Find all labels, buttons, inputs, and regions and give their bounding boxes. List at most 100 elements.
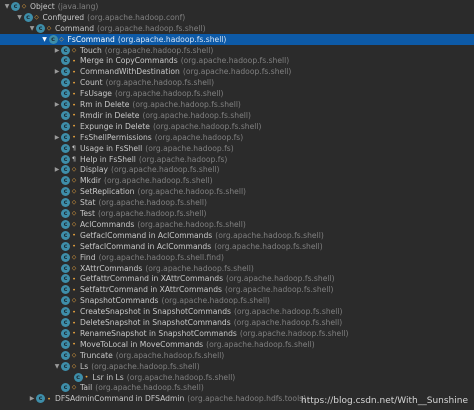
- tree-row[interactable]: ▶ c • FsShellPermissions (org.apache.hadoop.…: [0, 132, 474, 143]
- tree-row[interactable]: ▶c•FsUsage(org.apache.hadoop.fs.shell): [0, 88, 474, 99]
- package-name: (org.apache.hadoop.fs.shell): [224, 285, 334, 295]
- class-name: Count: [80, 78, 103, 88]
- tree-row[interactable]: ▶c¶Usage in FsShell(org.apache.hadoop.fs…: [0, 143, 474, 154]
- package-name: (org.apache.hadoop.conf): [87, 12, 186, 22]
- class-icon: c: [61, 285, 70, 295]
- class-icon: c: [61, 176, 70, 186]
- tree-row[interactable]: ▼ c ⬦ FsCommand (org.apache.hadoop.fs.shell): [0, 33, 474, 45]
- package-name: (org.apache.hadoop.fs.shell): [137, 219, 246, 229]
- tree-row[interactable]: ▶c•GetfaclCommand in AclCommands(org.apa…: [0, 230, 474, 241]
- class-icon: c: [61, 241, 70, 251]
- tree-row[interactable]: ▶c•Expunge in Delete(org.apache.hadoop.f…: [0, 121, 474, 132]
- tree-row[interactable]: ▶c¶Help in FsShell(org.apache.hadoop.fs): [0, 154, 474, 165]
- tree-row[interactable]: ▶c⬦Mkdir(org.apache.hadoop.fs.shell): [0, 175, 474, 186]
- pin-icon: ¶: [71, 155, 77, 164]
- tree-row[interactable]: ▶c•Rmdir in Delete(org.apache.hadoop.fs.…: [0, 110, 474, 121]
- tree-row[interactable]: ▼ c ⬦ Configured (org.apache.hadoop.conf): [0, 12, 474, 23]
- modifier-tag-icon: ⬦: [71, 176, 77, 185]
- tree-row[interactable]: ▶c•Lsr in Ls(org.apache.hadoop.fs.shell): [0, 372, 474, 383]
- class-name: AclCommands: [80, 219, 135, 229]
- tree-row[interactable]: ▶c⬦Stat(org.apache.hadoop.fs.shell): [0, 197, 474, 208]
- collapse-arrow-icon[interactable]: ▶: [28, 394, 36, 404]
- collapse-arrow-icon[interactable]: ▶: [53, 67, 61, 77]
- class-name: DFSAdminCommand in DFSAdmin: [55, 394, 185, 404]
- expand-arrow-icon[interactable]: ▼: [28, 23, 36, 33]
- expand-arrow-icon[interactable]: ▼: [53, 361, 61, 371]
- class-icon: c: [61, 219, 70, 229]
- modifier-tag-icon: ⬦: [71, 198, 77, 207]
- package-name: (org.apache.hadoop.fs.shell): [226, 274, 335, 284]
- lock-icon: •: [72, 340, 76, 349]
- tree-row[interactable]: ▶c⬦Find(org.apache.hadoop.fs.shell.find): [0, 252, 474, 263]
- tree-row[interactable]: ▶c⬦SetReplication(org.apache.hadoop.fs.s…: [0, 186, 474, 197]
- class-name: Display: [80, 165, 108, 175]
- package-name: (org.apache.hadoop.fs.shell): [137, 187, 247, 197]
- expand-arrow-icon[interactable]: ▼: [41, 34, 49, 44]
- package-name: (org.apache.hadoop.fs.shell): [91, 361, 200, 371]
- modifier-tag-icon: ⬦: [34, 12, 39, 21]
- tree-row[interactable]: ▼ c ⬦ Object (java.lang): [0, 1, 474, 12]
- class-name: Mkdir: [80, 176, 102, 186]
- lock-icon: •: [72, 89, 76, 98]
- tree-row[interactable]: ▶c•SetfattrCommand in XAttrCommands(org.…: [0, 284, 474, 295]
- collapse-arrow-icon[interactable]: ▶: [53, 100, 61, 110]
- modifier-tag-icon: ⬦: [71, 350, 77, 359]
- tree-row[interactable]: ▼ c ⬦ Command (org.apache.hadoop.fs.shell): [0, 23, 474, 34]
- class-name: Lsr in Ls: [92, 372, 124, 382]
- package-name: (org.apache.hadoop.fs.shell): [115, 350, 225, 360]
- tree-row[interactable]: ▶ c • Rm in Delete (org.apache.hadoop.fs.she…: [0, 99, 474, 110]
- tree-row[interactable]: ▶c•DeleteSnapshot in SnapshotCommands(or…: [0, 317, 474, 328]
- expand-arrow-icon[interactable]: ▼: [16, 12, 24, 22]
- tree-row[interactable]: ▶c•CreateSnapshot in SnapshotCommands(or…: [0, 306, 474, 317]
- tree-row[interactable]: ▶c⬦SnapshotCommands(org.apache.hadoop.fs…: [0, 295, 474, 306]
- package-name: (org.apache.hadoop.fs.shell): [145, 263, 254, 273]
- class-icon: c: [61, 318, 70, 328]
- tree-row[interactable]: ▶c•RenameSnapshot in SnapshotCommands(or…: [0, 328, 474, 339]
- lock-icon: •: [72, 307, 76, 316]
- class-name: SnapshotCommands: [80, 296, 159, 306]
- class-icon: c: [36, 394, 45, 404]
- class-icon: c: [61, 307, 70, 317]
- tree-row[interactable]: ▶c•Count(org.apache.hadoop.fs.shell): [0, 77, 474, 88]
- pin-icon: ¶: [71, 144, 77, 153]
- collapse-arrow-icon[interactable]: ▶: [53, 165, 61, 175]
- class-name: SetfattrCommand in XAttrCommands: [80, 285, 222, 295]
- tree-row[interactable]: ▶ c ⬦ Display (org.apache.hadoop.fs.shell): [0, 165, 474, 176]
- tree-row[interactable]: ▶c⬦Test(org.apache.hadoop.fs.shell): [0, 208, 474, 219]
- lock-icon: •: [72, 78, 76, 87]
- lock-icon: •: [72, 133, 76, 142]
- class-name: GetfattrCommand in XAttrCommands: [80, 274, 224, 284]
- package-name: (org.apache.hadoop.fs.shell): [152, 121, 262, 131]
- class-icon: c: [61, 165, 70, 175]
- class-name: Configured: [42, 12, 85, 22]
- tree-row[interactable]: ▶c⬦XAttrCommands(org.apache.hadoop.fs.sh…: [0, 263, 474, 274]
- modifier-tag-icon: ⬦: [71, 209, 77, 218]
- lock-icon: •: [72, 67, 76, 76]
- class-icon: c: [73, 372, 83, 382]
- tree-row[interactable]: ▶ c • CommandWithDestination (org.apache.had…: [0, 66, 474, 77]
- collapse-arrow-icon[interactable]: ▶: [53, 132, 61, 142]
- modifier-tag-icon: ⬦: [46, 23, 52, 32]
- tree-row[interactable]: ▶c⬦Tail(org.apache.hadoop.fs.shell): [0, 383, 474, 394]
- class-name: Command: [55, 23, 95, 33]
- tree-row[interactable]: ▶c⬦AclCommands(org.apache.hadoop.fs.shel…: [0, 219, 474, 230]
- tree-row[interactable]: ▶ c ⬦ Touch (org.apache.hadoop.fs.shell): [0, 45, 474, 56]
- tree-row[interactable]: ▶c•MoveToLocal in MoveCommands(org.apach…: [0, 339, 474, 350]
- expand-arrow-icon[interactable]: ▼: [3, 1, 11, 11]
- package-name: (org.apache.hadoop.fs.shell): [239, 328, 349, 338]
- package-name: (org.apache.hadoop.fs.shell): [233, 307, 343, 317]
- package-name: (org.apache.hadoop.fs.shell): [132, 100, 241, 110]
- watermark: https://blog.csdn.net/With__Sunshine: [301, 396, 468, 406]
- class-name: Test: [80, 209, 95, 219]
- tree-row[interactable]: ▶c•Merge in CopyCommands(org.apache.hado…: [0, 56, 474, 67]
- package-name: (org.apache.hadoop.fs.shell): [97, 209, 207, 219]
- lock-icon: •: [72, 122, 76, 131]
- class-name: Merge in CopyCommands: [80, 56, 178, 66]
- tree-row[interactable]: ▶c•SetfaclCommand in AclCommands(org.apa…: [0, 241, 474, 252]
- class-name: Expunge in Delete: [80, 121, 150, 131]
- tree-row[interactable]: ▶c•GetfattrCommand in XAttrCommands(org.…: [0, 274, 474, 285]
- modifier-tag-icon: ⬦: [71, 165, 77, 174]
- collapse-arrow-icon[interactable]: ▶: [53, 45, 61, 55]
- tree-row[interactable]: ▶c⬦Truncate(org.apache.hadoop.fs.shell): [0, 350, 474, 361]
- tree-row[interactable]: ▼ c ⬦ Ls (org.apache.hadoop.fs.shell): [0, 361, 474, 372]
